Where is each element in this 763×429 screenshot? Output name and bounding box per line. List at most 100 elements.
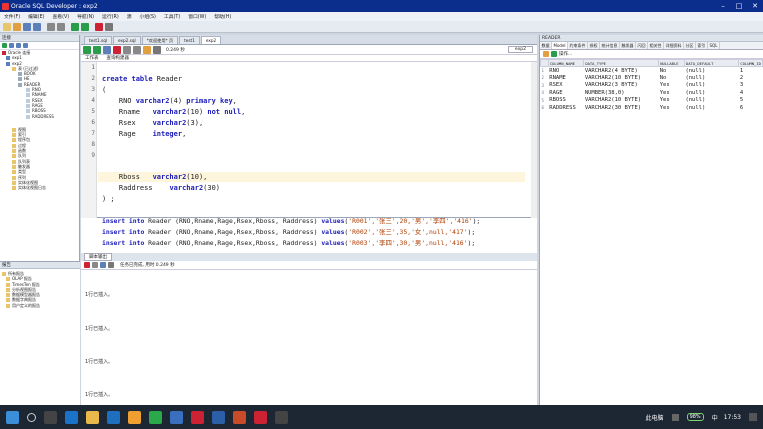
undo-icon[interactable]	[47, 22, 55, 31]
column-header[interactable]: DATA_TYPE	[583, 59, 660, 67]
tab-indexes[interactable]: 索引	[696, 42, 709, 49]
history-icon[interactable]	[153, 45, 161, 54]
open-icon[interactable]	[13, 22, 21, 31]
windows-start-icon[interactable]	[6, 410, 19, 424]
maximize-button[interactable]: □	[731, 2, 747, 10]
edit-icon[interactable]	[543, 51, 549, 57]
tab-query-builder[interactable]: 查询构建器	[103, 55, 134, 61]
refresh-icon[interactable]	[551, 51, 557, 57]
run-script-icon[interactable]	[93, 45, 101, 54]
app-icon[interactable]	[275, 410, 288, 424]
menu-navigate[interactable]: 导航(N)	[73, 13, 98, 20]
tab-script-output[interactable]: 脚本输出	[84, 253, 112, 261]
word-icon[interactable]	[212, 410, 225, 424]
tab-test1-sql[interactable]: test1.sql	[84, 36, 113, 44]
menu-edit[interactable]: 编辑(E)	[24, 13, 48, 20]
run-statement-icon[interactable]	[83, 45, 91, 54]
minimize-button[interactable]: –	[715, 2, 731, 10]
table-row[interactable]: 6 RADDRESS VARCHAR2(30 BYTE) Yes (null) 6	[541, 104, 763, 112]
menu-run[interactable]: 运行(R)	[98, 13, 123, 20]
mail-icon[interactable]	[128, 410, 141, 424]
menu-window[interactable]: 窗口(W)	[184, 13, 210, 20]
back-icon[interactable]	[71, 22, 79, 31]
clock[interactable]: 17:53	[724, 414, 741, 421]
qq-icon[interactable]	[170, 410, 183, 424]
database-icon[interactable]	[95, 22, 103, 31]
tools-icon[interactable]	[105, 22, 113, 31]
save-output-icon[interactable]	[100, 262, 106, 268]
tab-triggers[interactable]: 触发器	[620, 42, 637, 49]
column-header[interactable]: COLUMN_ID	[738, 59, 763, 67]
table-row[interactable]: 4 RAGE NUMBER(38,0) Yes (null) 4	[541, 89, 763, 97]
tab-test1[interactable]: test1	[179, 36, 200, 44]
table-row[interactable]: 2 RNAME VARCHAR2(10 BYTE) No (null) 2	[541, 74, 763, 82]
save-icon[interactable]	[23, 22, 31, 31]
forward-icon[interactable]	[81, 22, 89, 31]
close-button[interactable]: ✕	[747, 2, 763, 10]
filter-icon[interactable]	[16, 43, 21, 48]
notification-icon[interactable]	[749, 413, 757, 421]
connection-select[interactable]: exp2	[507, 46, 533, 53]
file-explorer-icon[interactable]	[86, 410, 99, 424]
netease-music-icon[interactable]	[191, 410, 204, 424]
editor-scrollbar[interactable]	[531, 62, 537, 218]
clear-output-icon[interactable]	[92, 262, 98, 268]
battery-indicator[interactable]: 98%	[686, 413, 704, 421]
print-icon[interactable]	[108, 262, 114, 268]
new-icon[interactable]	[3, 22, 11, 31]
redo-icon[interactable]	[57, 22, 65, 31]
tab-partitions[interactable]: 分区	[684, 42, 697, 49]
powerpoint-icon[interactable]	[233, 410, 246, 424]
tab-statistics[interactable]: 统计信息	[600, 42, 621, 49]
tab-data[interactable]: 数据	[540, 42, 552, 49]
menu-file[interactable]: 文件(F)	[0, 13, 24, 20]
tab-grants[interactable]: 授权	[588, 42, 601, 49]
tab-details[interactable]: 详细资料	[664, 42, 685, 49]
tab-model[interactable]: Model	[552, 42, 569, 49]
tab-sql[interactable]: SQL	[708, 42, 720, 49]
actions-menu[interactable]: 操作...	[559, 51, 572, 57]
ime-indicator[interactable]: 中	[712, 413, 718, 422]
store-icon[interactable]	[107, 410, 120, 424]
tab-dependencies[interactable]: 相关性	[648, 42, 665, 49]
tree-item[interactable]: RADDRESS	[0, 114, 79, 119]
tab-exp2-sql[interactable]: exp2.sql	[113, 36, 141, 44]
menu-tools[interactable]: 工具(T)	[160, 13, 184, 20]
edge-icon[interactable]	[65, 410, 78, 424]
add-connection-icon[interactable]	[2, 43, 7, 48]
column-header[interactable]: DATA_DEFAULT	[683, 59, 740, 67]
menu-team[interactable]: 小组(S)	[136, 13, 160, 20]
clear-icon[interactable]	[143, 45, 151, 54]
stop-icon[interactable]	[84, 262, 90, 268]
column-header[interactable]	[540, 59, 549, 67]
autotrace-icon[interactable]	[133, 45, 141, 54]
explain-icon[interactable]	[123, 45, 131, 54]
menu-help[interactable]: 帮助(H)	[210, 13, 235, 20]
search-icon[interactable]	[27, 412, 36, 422]
table-row[interactable]: 5 RBOSS VARCHAR2(10 BYTE) Yes (null) 5	[541, 97, 763, 105]
tree-item[interactable]: 实体化视图日志	[0, 185, 79, 191]
refresh-icon[interactable]	[9, 43, 14, 48]
tab-worksheet[interactable]: 工作表	[81, 55, 103, 61]
sql-editor[interactable]: 1 2 3 4 5 6 7 8 9 create table Reader ( …	[81, 62, 537, 218]
tab-constraints[interactable]: 约束条件	[568, 42, 589, 49]
tree-item[interactable]: 用户定义的报告	[0, 303, 80, 308]
tab-exp2[interactable]: exp2	[200, 36, 222, 44]
menu-view[interactable]: 查看(V)	[48, 13, 73, 20]
network-icon[interactable]	[671, 413, 679, 421]
wechat-icon[interactable]	[149, 410, 162, 424]
save-all-icon[interactable]	[33, 22, 41, 31]
schema-icon[interactable]	[23, 43, 28, 48]
task-view-icon[interactable]	[44, 410, 57, 424]
table-row[interactable]: 1 RNO VARCHAR2(4 BYTE) No (null) 1	[541, 67, 763, 75]
this-pc-label[interactable]: 此电脑	[646, 413, 664, 422]
rollback-icon[interactable]	[113, 45, 121, 54]
menu-source[interactable]: 源	[123, 13, 136, 20]
column-header[interactable]: COLUMN_NAME	[547, 59, 585, 67]
column-header[interactable]: NULLABLE	[658, 59, 685, 67]
commit-icon[interactable]	[103, 45, 111, 54]
tab-flashback[interactable]: 闪回	[636, 42, 649, 49]
table-row[interactable]: 3 RSEX VARCHAR2(3 BYTE) Yes (null) 3	[541, 82, 763, 90]
tab-welcome[interactable]: *欢迎使用* 页	[141, 36, 179, 44]
sql-developer-icon[interactable]	[254, 410, 267, 424]
